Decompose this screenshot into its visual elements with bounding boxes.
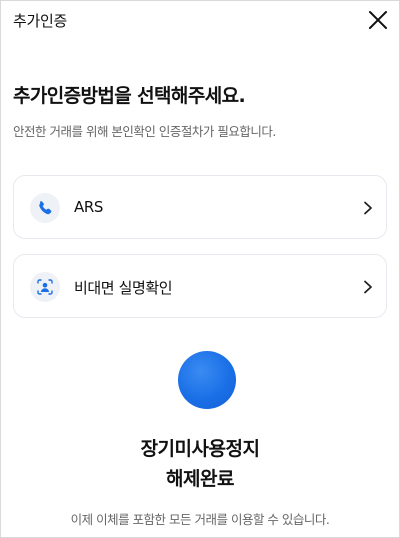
face-id-icon	[30, 272, 60, 302]
section-subtext: 안전한 거래를 위해 본인확인 인증절차가 필요합니다.	[13, 124, 276, 139]
result-title-line2: 해제완료	[166, 468, 234, 490]
close-button[interactable]	[365, 7, 391, 33]
page-title: 추가인증	[13, 12, 68, 30]
chevron-right-icon	[364, 280, 372, 294]
result-description: 이제 이체를 포함한 모든 거래를 이용할 수 있습니다.	[70, 512, 330, 527]
close-icon	[369, 11, 387, 29]
result-title-line1: 장기미사용정지	[140, 438, 260, 460]
app-window: 추가인증 추가인증방법을 선택해주세요. 안전한 거래를 위해 본인확인 인증절…	[0, 0, 400, 538]
success-indicator	[178, 351, 236, 409]
chevron-right-icon	[364, 201, 372, 215]
ars-option-button[interactable]: ARS	[13, 175, 387, 239]
section-heading: 추가인증방법을 선택해주세요.	[13, 85, 246, 107]
option-label-face-verification: 비대면 실명확인	[74, 279, 173, 297]
phone-icon	[30, 193, 60, 223]
header: 추가인증	[1, 1, 399, 39]
face-verification-option-button[interactable]: 비대면 실명확인	[13, 254, 387, 318]
option-label-ars: ARS	[74, 198, 104, 216]
